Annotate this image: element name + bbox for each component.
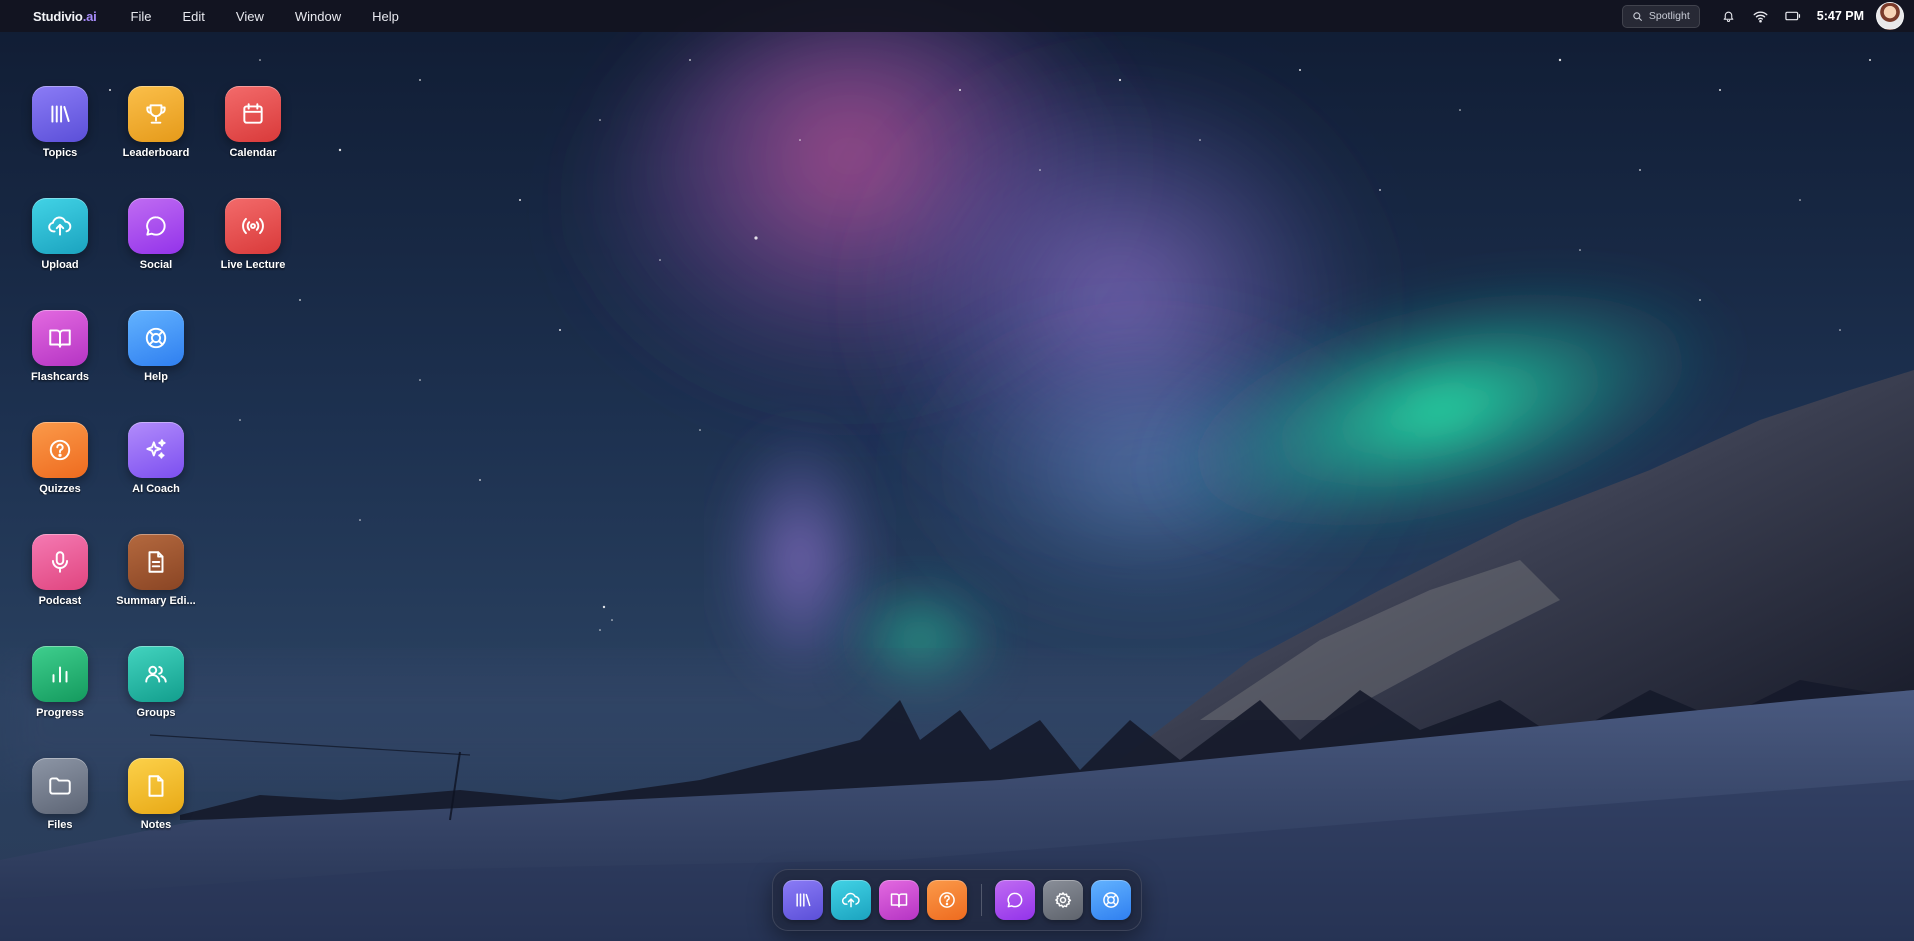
brand-suffix: .ai bbox=[82, 8, 97, 24]
quizzes-tile bbox=[32, 422, 88, 478]
cloud-upload-icon bbox=[841, 892, 860, 908]
desktop-icon-label: Leaderboard bbox=[122, 147, 190, 159]
document-icon bbox=[148, 551, 164, 573]
bar-chart-icon bbox=[52, 666, 68, 683]
open-book-icon bbox=[890, 893, 908, 908]
help-tile bbox=[128, 310, 184, 366]
dock-item-quizzes[interactable] bbox=[927, 880, 967, 920]
broadcast-icon bbox=[242, 217, 264, 235]
desktop-icon-label: AI Coach bbox=[132, 483, 180, 495]
desktop-icon-label: Podcast bbox=[38, 595, 82, 607]
desktop-icon-summary-editor[interactable]: Summary Edi... bbox=[110, 534, 202, 607]
menu-window[interactable]: Window bbox=[295, 9, 341, 24]
microphone-icon bbox=[51, 551, 69, 573]
dock-item-topics[interactable] bbox=[783, 880, 823, 920]
groups-tile bbox=[128, 646, 184, 702]
desktop-icon-label: Notes bbox=[140, 819, 172, 831]
lifebuoy-icon bbox=[145, 327, 167, 349]
calendar-tile bbox=[225, 86, 281, 142]
desktop-icon-label: Upload bbox=[41, 259, 79, 271]
leaderboard-tile bbox=[128, 86, 184, 142]
summary-editor-tile bbox=[128, 534, 184, 590]
desktop-icon-help[interactable]: Help bbox=[110, 310, 202, 383]
topics-tile bbox=[32, 86, 88, 142]
progress-tile bbox=[32, 646, 88, 702]
desktop-icon-ai-coach[interactable]: AI Coach bbox=[110, 422, 202, 495]
desktop-icon-label: Social bbox=[139, 259, 173, 271]
menu-clock[interactable]: 5:47 PM bbox=[1817, 9, 1864, 23]
app-brand[interactable]: Studivio.ai bbox=[33, 9, 97, 24]
status-area: Spotlight 5:47 PM bbox=[1621, 0, 1914, 32]
gear-icon bbox=[1055, 892, 1072, 908]
desktop-icon-notes[interactable]: Notes bbox=[110, 758, 202, 831]
library-icon bbox=[796, 893, 811, 907]
flashcards-tile bbox=[32, 310, 88, 366]
live-lecture-tile bbox=[225, 198, 281, 254]
spotlight-search[interactable]: Spotlight bbox=[1621, 4, 1700, 28]
ai-coach-tile bbox=[128, 422, 184, 478]
menu-view[interactable]: View bbox=[236, 9, 264, 24]
sparkles-icon bbox=[146, 439, 166, 459]
chat-bubble-icon bbox=[146, 216, 166, 236]
notes-tile bbox=[128, 758, 184, 814]
dock-item-flashcards[interactable] bbox=[879, 880, 919, 920]
wifi-icon[interactable] bbox=[1753, 8, 1769, 24]
desktop-icon-calendar[interactable]: Calendar bbox=[207, 86, 299, 159]
users-icon bbox=[145, 665, 167, 683]
desktop-icon-label: Quizzes bbox=[39, 483, 81, 495]
library-icon bbox=[51, 105, 70, 123]
desktop-icon-label: Help bbox=[144, 371, 168, 383]
menu-edit[interactable]: Edit bbox=[183, 9, 205, 24]
spotlight-placeholder: Spotlight bbox=[1648, 10, 1690, 22]
bell-icon[interactable] bbox=[1721, 8, 1737, 24]
trophy-icon bbox=[146, 104, 166, 124]
dock-item-social[interactable] bbox=[995, 880, 1035, 920]
desktop-icon-live-lecture[interactable]: Live Lecture bbox=[207, 198, 299, 271]
note-icon bbox=[148, 775, 164, 797]
menu-file[interactable]: File bbox=[131, 9, 152, 24]
dock bbox=[772, 869, 1142, 931]
desktop-icon-progress[interactable]: Progress bbox=[14, 646, 106, 719]
desktop-icon-label: Progress bbox=[36, 707, 84, 719]
upload-tile bbox=[32, 198, 88, 254]
desktop-icon-topics[interactable]: Topics bbox=[14, 86, 106, 159]
desktop-icon-quizzes[interactable]: Quizzes bbox=[14, 422, 106, 495]
user-avatar[interactable] bbox=[1876, 2, 1904, 30]
cloud-upload-icon bbox=[48, 216, 72, 236]
battery-icon[interactable] bbox=[1785, 8, 1801, 24]
desktop-icon-upload[interactable]: Upload bbox=[14, 198, 106, 271]
desktop-icon-label: Files bbox=[47, 819, 73, 831]
podcast-tile bbox=[32, 534, 88, 590]
desktop-icon-label: Live Lecture bbox=[220, 259, 286, 271]
desktop-icon-groups[interactable]: Groups bbox=[110, 646, 202, 719]
menu-help[interactable]: Help bbox=[372, 9, 399, 24]
desktop-icon-label: Topics bbox=[42, 147, 78, 159]
desktop-icon-social[interactable]: Social bbox=[110, 198, 202, 271]
desktop-icon-label: Groups bbox=[136, 707, 176, 719]
desktop-icon-flashcards[interactable]: Flashcards bbox=[14, 310, 106, 383]
dock-item-settings[interactable] bbox=[1043, 880, 1083, 920]
question-circle-icon bbox=[939, 892, 955, 908]
calendar-icon bbox=[243, 103, 263, 124]
question-circle-icon bbox=[49, 439, 71, 461]
desktop-icon-label: Calendar bbox=[229, 147, 277, 159]
folder-icon bbox=[49, 777, 71, 795]
dock-item-help[interactable] bbox=[1091, 880, 1131, 920]
desktop-icon-files[interactable]: Files bbox=[14, 758, 106, 831]
desktop-icon-label: Summary Edi... bbox=[116, 595, 196, 607]
menu-bar: Studivio.ai File Edit View Window Help S… bbox=[0, 0, 1914, 32]
open-book-icon bbox=[49, 329, 71, 348]
desktop-icon-podcast[interactable]: Podcast bbox=[14, 534, 106, 607]
desktop-icon-label: Flashcards bbox=[30, 371, 90, 383]
files-tile bbox=[32, 758, 88, 814]
social-tile bbox=[128, 198, 184, 254]
brand-name: Studivio bbox=[33, 8, 83, 24]
dock-item-upload[interactable] bbox=[831, 880, 871, 920]
lifebuoy-icon bbox=[1103, 892, 1119, 908]
chat-bubble-icon bbox=[1007, 892, 1023, 908]
dock-divider bbox=[981, 884, 982, 916]
desktop-icon-leaderboard[interactable]: Leaderboard bbox=[110, 86, 202, 159]
search-icon bbox=[1633, 11, 1642, 21]
